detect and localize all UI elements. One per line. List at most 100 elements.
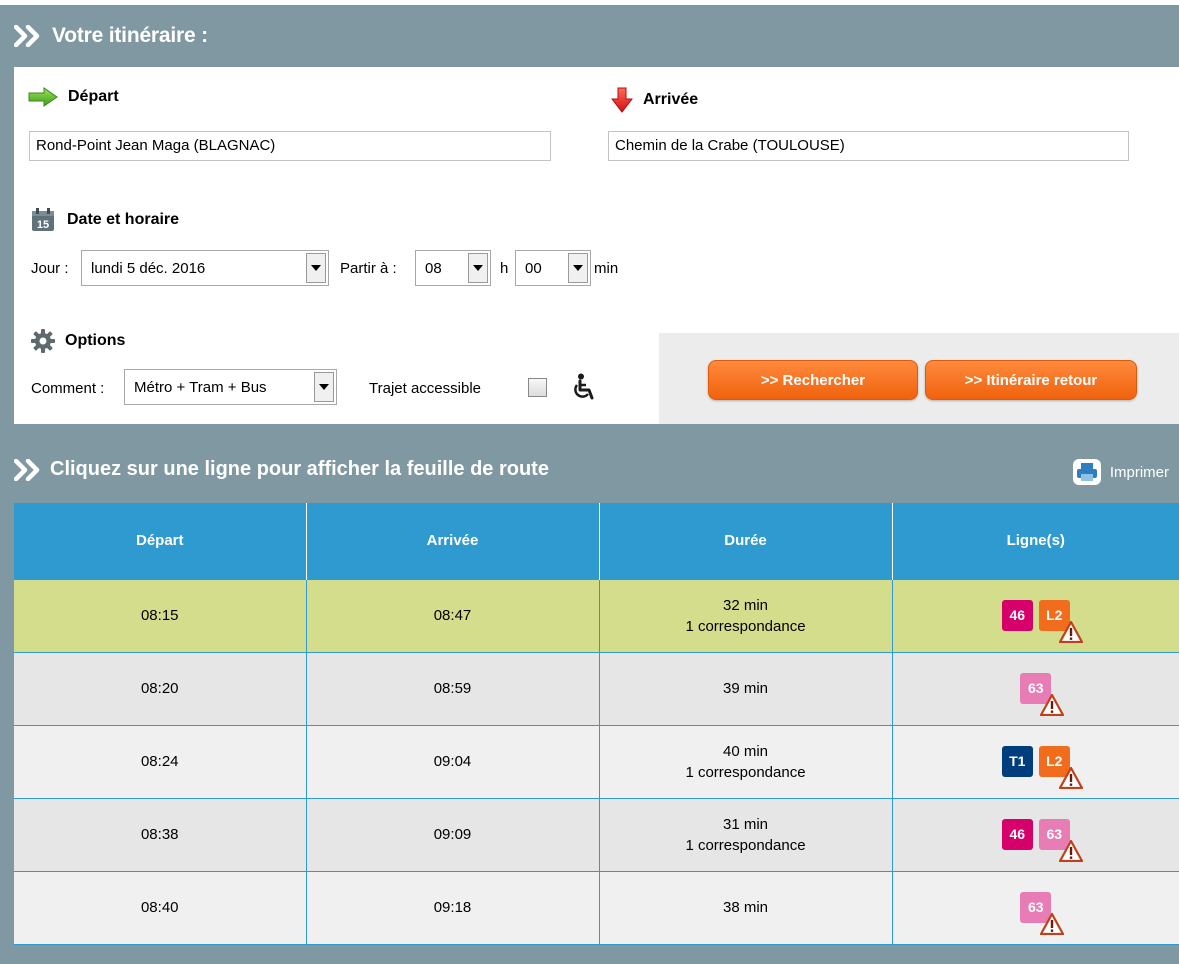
table-row[interactable]: 08:40 09:18 38 min 63 [14,870,1179,945]
line-badge[interactable]: T1 [1001,746,1033,777]
arrival-input[interactable]: Chemin de la Crabe (TOULOUSE) [608,131,1129,161]
line-badge-label: 46 [1009,607,1026,623]
line-badge[interactable]: 63 [1038,819,1083,862]
cell-arrival: 08:59 [305,651,599,725]
cell-duration: 38 min [598,870,892,945]
cell-departure: 08:15 [14,578,306,652]
departure-section-label: Départ [28,87,119,107]
results-table: Départ Arrivée Durée Ligne(s) 08:15 08:47… [14,503,1179,945]
hour-select[interactable]: 08 [415,250,491,286]
results-header: Cliquez sur une ligne pour afficher la f… [14,436,1179,503]
line-badges: 46 L2 [1001,600,1083,643]
line-badges: 63 [1020,673,1065,716]
results-table-header: Départ Arrivée Durée Ligne(s) [14,503,1179,579]
day-select-value: lundi 5 déc. 2016 [91,259,206,277]
column-header-departure[interactable]: Départ [14,503,306,579]
minute-select-value: 00 [525,259,542,277]
print-label: Imprimer [1109,463,1169,481]
printer-icon [1072,459,1101,485]
red-arrow-down-icon [611,87,633,113]
arrival-section-label: Arrivée [611,87,698,113]
warning-icon[interactable] [1040,913,1065,935]
cell-duration: 39 min [598,651,892,725]
transfer-text: 1 correspondance [685,763,806,781]
day-label: Jour : [31,260,69,277]
action-area: >> Rechercher >> Itinéraire retour [659,333,1179,424]
cell-departure: 08:20 [14,651,306,725]
warning-icon[interactable] [1040,694,1065,716]
how-label: Comment : [31,380,105,397]
line-badge[interactable]: L2 [1038,746,1083,789]
line-badge-label: T1 [1009,753,1026,769]
transfer-text: 1 correspondance [685,617,806,635]
minute-select[interactable]: 00 [515,250,591,286]
table-row[interactable]: 08:38 09:09 31 min 1 correspondance 46 63 [14,797,1179,871]
itinerary-form: Départ Rond-Point Jean Maga (BLAGNAC) Ar… [14,67,1179,424]
svg-text:15: 15 [37,219,49,231]
table-row[interactable]: 08:24 09:04 40 min 1 correspondance T1 L2 [14,724,1179,798]
chevron-down-icon [314,372,334,402]
itinerary-frame: Votre itinéraire : Départ Rond-Point Jea… [0,5,1179,964]
search-button[interactable]: >> Rechercher [708,360,918,400]
cell-lines: 63 [891,651,1179,725]
chevron-down-icon [568,253,588,283]
duration-text: 39 min [722,680,769,697]
line-badges: 46 63 [1001,819,1083,862]
table-row[interactable]: 08:15 08:47 32 min 1 correspondance 46 L2 [14,578,1179,652]
cell-departure: 08:38 [14,797,306,871]
column-header-arrival[interactable]: Arrivée [305,503,599,579]
departure-input[interactable]: Rond-Point Jean Maga (BLAGNAC) [29,131,551,161]
duration-text: 32 min [722,596,769,614]
itinerary-header: Votre itinéraire : [14,5,1179,67]
datetime-section-label: 15 Date et horaire [31,208,179,232]
transport-mode-value: Métro + Tram + Bus [134,378,267,396]
cell-arrival: 09:09 [305,797,599,871]
return-itinerary-button[interactable]: >> Itinéraire retour [925,360,1137,400]
warning-icon[interactable] [1058,840,1083,862]
hour-unit-label: h [500,260,509,277]
results-title: Cliquez sur une ligne pour afficher la f… [50,458,549,480]
cell-duration: 32 min 1 correspondance [598,578,892,652]
line-badge[interactable]: 63 [1020,892,1065,935]
transfer-text: 1 correspondance [685,836,806,854]
cell-lines: 63 [891,870,1179,945]
print-button[interactable]: Imprimer [1072,458,1169,486]
double-chevron-icon [14,25,40,47]
accessible-label: Trajet accessible [369,380,481,397]
cell-departure: 08:24 [14,724,306,798]
table-row[interactable]: 08:20 08:59 39 min 63 [14,651,1179,725]
itinerary-title: Votre itinéraire : [52,24,208,47]
cell-duration: 40 min 1 correspondance [598,724,892,798]
wheelchair-icon [574,373,594,400]
line-badge[interactable]: 63 [1020,673,1065,716]
cell-lines: 46 L2 [891,578,1179,652]
minute-unit-label: min [594,260,619,277]
double-chevron-icon [14,458,40,481]
cell-arrival: 09:18 [305,870,599,945]
line-badge[interactable]: 46 [1001,600,1033,631]
line-badges: 63 [1020,892,1065,935]
day-select[interactable]: lundi 5 déc. 2016 [81,250,329,286]
line-badge[interactable]: 46 [1001,819,1033,850]
chevron-down-icon [306,253,326,283]
warning-icon[interactable] [1058,767,1083,789]
hour-select-value: 08 [425,259,442,277]
green-arrow-right-icon [28,87,58,107]
gear-icon [31,329,55,353]
duration-text: 38 min [722,899,769,916]
cell-lines: T1 L2 [891,724,1179,798]
line-badges: T1 L2 [1001,746,1083,789]
transport-mode-select[interactable]: Métro + Tram + Bus [124,369,337,405]
options-section-label: Options [31,329,125,353]
line-badge-label: 46 [1009,826,1026,842]
cell-lines: 46 63 [891,797,1179,871]
calendar-icon: 15 [32,208,54,231]
line-badge[interactable]: L2 [1038,600,1083,643]
chevron-down-icon [468,253,488,283]
column-header-duration[interactable]: Durée [598,503,892,579]
leave-at-label: Partir à : [340,260,397,277]
cell-departure: 08:40 [14,870,306,945]
warning-icon[interactable] [1058,621,1083,643]
accessible-checkbox[interactable] [528,378,547,397]
column-header-lines[interactable]: Ligne(s) [891,503,1179,579]
